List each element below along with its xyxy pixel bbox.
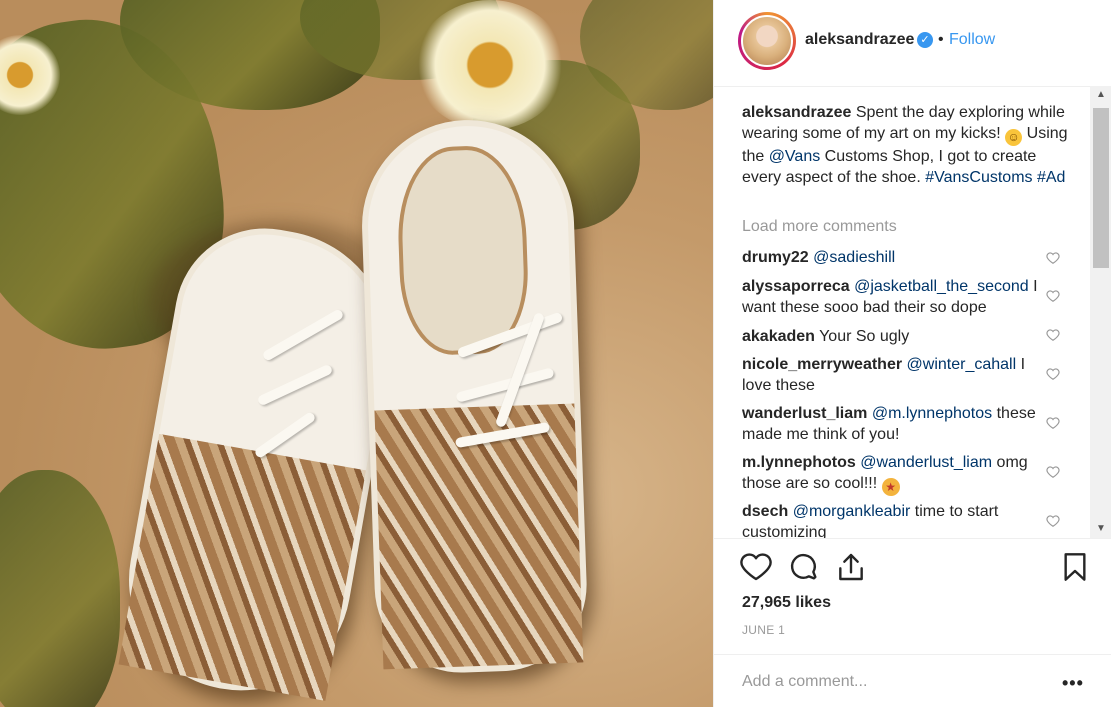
comment-like-heart-icon[interactable] (1046, 289, 1060, 303)
comment-item: wanderlust_liam @m.lynnephotos these mad… (742, 403, 1042, 445)
post-side-panel: aleksandrazee ✓ • Follow aleksandrazee S… (713, 0, 1111, 707)
avatar-image (741, 15, 793, 67)
comment-item: m.lynnephotos @wanderlust_liam omg those… (742, 452, 1042, 496)
post-photo[interactable] (0, 0, 713, 707)
comment-username[interactable]: m.lynnephotos (742, 454, 856, 471)
bookmark-icon[interactable] (1059, 551, 1091, 583)
comment-like-heart-icon[interactable] (1046, 514, 1060, 528)
comment-item: dsech @morgankleabir time to start custo… (742, 501, 1042, 538)
comment-username[interactable]: wanderlust_liam (742, 405, 867, 422)
comment-item: akakaden Your So ugly (742, 326, 1042, 347)
share-icon[interactable] (835, 551, 867, 583)
comments-list[interactable]: aleksandrazee Spent the day exploring wh… (714, 86, 1090, 538)
scroll-thumb[interactable] (1093, 108, 1109, 268)
heart-icon[interactable] (740, 551, 772, 583)
scroll-up-arrow-icon[interactable]: ▲ (1090, 86, 1111, 104)
scroll-down-arrow-icon[interactable]: ▼ (1090, 520, 1111, 538)
comment-mention[interactable]: @sadieshill (813, 249, 895, 266)
comment-like-heart-icon[interactable] (1046, 367, 1060, 381)
separator-dot: • (938, 31, 944, 48)
avatar[interactable] (738, 12, 796, 70)
comment-mention[interactable]: @m.lynnephotos (872, 405, 992, 422)
comment-mention[interactable]: @jasketball_the_second (854, 278, 1029, 295)
comment-item: nicole_merryweather @winter_cahall I lov… (742, 354, 1042, 396)
comment-item: alyssaporreca @jasketball_the_second I w… (742, 276, 1042, 318)
post-actions: 27,965 likes JUNE 1 ••• (714, 538, 1111, 709)
comment-mention[interactable]: @morgankleabir (793, 503, 911, 520)
ice-plant-flower (415, 0, 565, 130)
comment-username[interactable]: drumy22 (742, 249, 809, 266)
follow-button[interactable]: Follow (949, 31, 995, 49)
instagram-post-modal: aleksandrazee ✓ • Follow aleksandrazee S… (0, 0, 1111, 707)
comment-item: drumy22 @sadieshill (742, 247, 1042, 268)
load-more-comments-button[interactable]: Load more comments (742, 218, 897, 236)
more-options-icon[interactable]: ••• (1062, 673, 1084, 694)
comment-bubble-icon[interactable] (788, 551, 820, 583)
add-comment-bar: ••• (714, 654, 1111, 710)
post-date[interactable]: JUNE 1 (742, 623, 785, 637)
plant-foliage (0, 470, 120, 707)
comment-like-heart-icon[interactable] (1046, 328, 1060, 342)
star-struck-emoji-icon: ★ (881, 478, 900, 496)
caption-username[interactable]: aleksandrazee (742, 104, 851, 121)
comment-username[interactable]: akakaden (742, 328, 815, 345)
comment-like-heart-icon[interactable] (1046, 465, 1060, 479)
likes-count[interactable]: 27,965 likes (742, 594, 831, 612)
comment-username[interactable]: dsech (742, 503, 788, 520)
shoe-opening (395, 144, 531, 357)
comment-mention[interactable]: @winter_cahall (907, 356, 1017, 373)
wood-pattern (118, 433, 366, 701)
caption-mention[interactable]: @Vans (769, 148, 821, 165)
post-caption: aleksandrazee Spent the day exploring wh… (742, 102, 1068, 188)
header-username[interactable]: aleksandrazee (805, 31, 914, 49)
comments-scrollbar[interactable]: ▲ ▼ (1090, 86, 1111, 538)
verified-badge-icon: ✓ (917, 32, 933, 48)
caption-hashtags[interactable]: #VansCustoms #Ad (925, 169, 1065, 186)
comment-mention[interactable]: @wanderlust_liam (860, 454, 992, 471)
comment-text: Your So ugly (819, 328, 910, 345)
comment-username[interactable]: alyssaporreca (742, 278, 850, 295)
comment-like-heart-icon[interactable] (1046, 416, 1060, 430)
smiling-face-emoji-icon: ☺ (1005, 129, 1023, 146)
comment-username[interactable]: nicole_merryweather (742, 356, 902, 373)
post-header: aleksandrazee ✓ • Follow (714, 0, 1111, 87)
add-comment-input[interactable] (742, 673, 1042, 691)
comment-like-heart-icon[interactable] (1046, 251, 1060, 265)
